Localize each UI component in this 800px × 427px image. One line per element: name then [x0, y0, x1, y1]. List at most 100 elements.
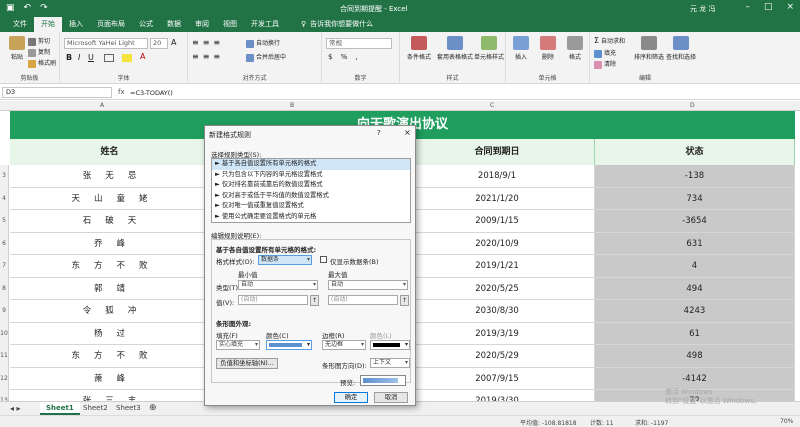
clear-button[interactable]: 清除 [594, 59, 616, 69]
cell-status[interactable]: 494 [595, 277, 795, 299]
cell-name[interactable]: 石破天 [10, 210, 210, 232]
row-header[interactable]: 5 [0, 210, 9, 233]
format-painter-button[interactable]: 格式刷 [28, 58, 56, 68]
border-color-picker[interactable]: ▾ [370, 340, 410, 350]
close-icon[interactable]: × [404, 128, 411, 137]
header-name[interactable]: 姓名 [10, 139, 210, 165]
rule-type-item[interactable]: ► 只为包含以下内容的单元格设置格式 [212, 170, 410, 181]
number-format-icons[interactable]: $ % , [328, 53, 361, 61]
fill-button[interactable]: 填充 [594, 48, 616, 58]
show-bar-only-checkbox[interactable] [320, 256, 327, 263]
font-name-select[interactable]: Microsoft YaHei Light [64, 38, 148, 49]
tab-insert[interactable]: 插入 [62, 17, 90, 32]
redo-icon[interactable]: ↷ [40, 3, 48, 13]
min-range-picker-icon[interactable]: ↑ [310, 295, 319, 306]
cell-name[interactable]: 乔峰 [10, 232, 210, 254]
tab-home[interactable]: 开始 [34, 17, 62, 32]
tab-view[interactable]: 视图 [216, 17, 244, 32]
row-header[interactable]: 3 [0, 165, 9, 188]
cell-due-date[interactable]: 2021/1/20 [400, 187, 595, 209]
row-header[interactable]: 6 [0, 232, 9, 255]
cell-due-date[interactable]: 2020/5/29 [400, 345, 595, 367]
fx-icon[interactable]: fx [118, 88, 125, 96]
cut-button[interactable]: 剪切 [28, 36, 50, 46]
cell-due-date[interactable]: 2018/9/1 [400, 165, 595, 187]
close-icon[interactable]: × [786, 2, 794, 12]
formula-input[interactable]: =C3-TODAY() [130, 89, 173, 97]
border-icon[interactable] [104, 54, 114, 62]
cell-due-date[interactable]: 2009/1/15 [400, 210, 595, 232]
cell-status[interactable]: 498 [595, 345, 795, 367]
cell-status[interactable]: -4142 [595, 367, 795, 389]
row-header[interactable]: 4 [0, 187, 9, 210]
row-header[interactable]: 11 [0, 345, 9, 368]
cell-due-date[interactable]: 2030/8/30 [400, 300, 595, 322]
font-color-icon[interactable]: A [140, 52, 145, 61]
max-type-select[interactable]: 自动 ▾ [328, 280, 408, 290]
row-header[interactable]: 8 [0, 277, 9, 300]
border-type-select[interactable]: 无边框 ▾ [322, 340, 366, 350]
cell-due-date[interactable]: 2019/3/19 [400, 322, 595, 344]
align-horizontal-icons[interactable]: ≡≡≡ [192, 52, 224, 61]
cell-due-date[interactable]: 2007/9/15 [400, 367, 595, 389]
fill-type-select[interactable]: 实心填充 ▾ [216, 340, 260, 350]
rule-type-item[interactable]: ► 仅对排名靠前或靠后的数值设置格式 [212, 180, 410, 191]
cell-name[interactable]: 东方不败 [10, 345, 210, 367]
negative-axis-button[interactable]: 负值和坐标轴(N)... [216, 358, 278, 369]
sheet-tab-2[interactable]: Sheet2 [77, 402, 114, 415]
row-header[interactable]: 12 [0, 367, 9, 390]
conditional-format-button[interactable]: 条件格式 [403, 36, 435, 61]
copy-button[interactable]: 复制 [28, 47, 50, 57]
direction-select[interactable]: 上下文 ▾ [370, 358, 410, 368]
tab-developer[interactable]: 开发工具 [244, 17, 286, 32]
format-cells-button[interactable]: 格式 [562, 36, 588, 61]
column-header-b[interactable]: B [290, 102, 294, 109]
header-status[interactable]: 状态 [595, 139, 795, 165]
row-header[interactable]: 7 [0, 255, 9, 278]
cell-status[interactable]: 4 [595, 255, 795, 277]
number-format-select[interactable]: 常规 [326, 38, 392, 49]
find-select-button[interactable]: 查找和选择 [666, 36, 696, 61]
format-as-table-button[interactable]: 套用表格格式 [437, 36, 473, 61]
row-header[interactable]: 9 [0, 300, 9, 323]
cell-name[interactable]: 东方不败 [10, 255, 210, 277]
cell-status[interactable]: 61 [595, 322, 795, 344]
tab-file[interactable]: 文件 [6, 17, 34, 32]
rule-type-item[interactable]: ► 使用公式确定要设置格式的单元格 [212, 212, 410, 223]
rule-type-item[interactable]: ► 基于各自值设置所有单元格的格式 [212, 159, 410, 170]
underline-button[interactable]: U [88, 53, 94, 62]
cell-due-date[interactable]: 2019/1/21 [400, 255, 595, 277]
cell-due-date[interactable]: 2020/5/25 [400, 277, 595, 299]
insert-cells-button[interactable]: 插入 [508, 36, 534, 61]
add-sheet-icon[interactable]: ⊕ [143, 402, 163, 415]
delete-cells-button[interactable]: 删除 [535, 36, 561, 61]
cell-name[interactable]: 天山童姥 [10, 187, 210, 209]
header-due-date[interactable]: 合同到期日 [400, 139, 595, 165]
cell-name[interactable]: 杨过 [10, 322, 210, 344]
cell-status[interactable]: 631 [595, 232, 795, 254]
sheet-tab-3[interactable]: Sheet3 [110, 402, 147, 415]
column-header-c[interactable]: C [490, 102, 494, 109]
cell-status[interactable]: -138 [595, 165, 795, 187]
max-value-input[interactable]: (自动) [328, 295, 398, 305]
tell-me-box[interactable]: ♀ 告诉我你想要做什么 [294, 17, 380, 32]
font-size-select[interactable]: 20 [150, 38, 168, 49]
sort-filter-button[interactable]: 排序和筛选 [634, 36, 664, 61]
format-style-select[interactable]: 数据条 ▾ [258, 255, 312, 265]
cell-due-date[interactable]: 2020/10/9 [400, 232, 595, 254]
max-range-picker-icon[interactable]: ↑ [400, 295, 409, 306]
cell-name[interactable]: 郭靖 [10, 277, 210, 299]
user-name[interactable]: 元 龙 冯 [690, 4, 715, 14]
cell-status[interactable]: 734 [595, 187, 795, 209]
row-header[interactable]: 10 [0, 322, 9, 345]
fill-color-icon[interactable] [122, 54, 132, 62]
italic-button[interactable]: I [78, 53, 80, 62]
cell-status[interactable]: -3654 [595, 210, 795, 232]
grow-font-icon[interactable]: A [171, 38, 176, 47]
tab-data[interactable]: 数据 [160, 17, 188, 32]
cell-name[interactable]: 张无忌 [10, 165, 210, 187]
tab-review[interactable]: 审阅 [188, 17, 216, 32]
cell-status[interactable]: 4243 [595, 300, 795, 322]
cancel-button[interactable]: 取消 [374, 392, 408, 403]
merge-center-button[interactable]: 合并后居中 [246, 52, 286, 62]
